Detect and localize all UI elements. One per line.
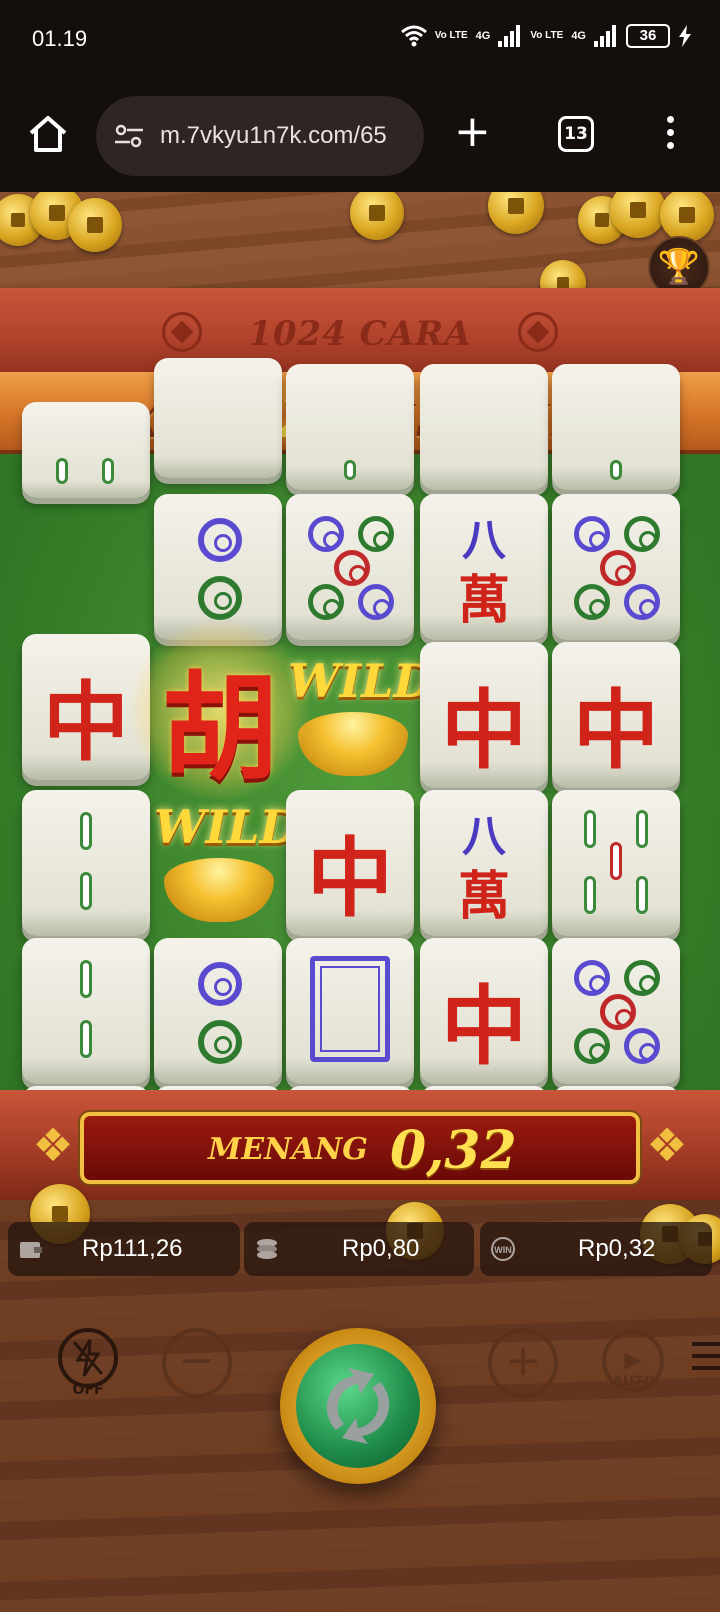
tile-eight-wan: 八 萬 (420, 494, 548, 640)
battery-icon: 36 (626, 24, 670, 48)
status-bar: 01.19 Vo LTE 4G Vo LTE 4G 36 (0, 0, 720, 80)
network-type-2: 4G (571, 30, 586, 42)
tile-char: 中 (441, 680, 527, 781)
tile-two-bamboo (22, 938, 150, 1084)
signal-icon-1 (498, 25, 522, 47)
status-time: 01.19 (32, 26, 88, 51)
auto-label: AUTO (612, 1374, 656, 1390)
balance-display: Rp111,26 (8, 1222, 240, 1276)
turbo-label: OFF (72, 1382, 104, 1398)
game-area: 🏆 1024 CARA x1 x2 x3 x5 八 (0, 192, 720, 1612)
svg-text:WIN: WIN (494, 1245, 512, 1255)
tile-red-dragon: 中 (420, 938, 548, 1084)
signal-icon-2 (594, 25, 618, 47)
tile-red-dragon: 中 (552, 642, 680, 788)
tile-char: 萬 (457, 866, 510, 927)
hamburger-menu-icon[interactable] (692, 1342, 720, 1370)
url-text: m.7vkyu1n7k.com/65 (160, 122, 387, 149)
browser-toolbar: m.7vkyu1n7k.com/65 + 13 (0, 80, 720, 192)
knot-ornament-icon: ❖ (32, 1118, 74, 1172)
wild-symbol: WILD (154, 800, 299, 922)
home-icon[interactable] (26, 112, 70, 156)
spin-button[interactable] (280, 1328, 436, 1484)
new-tab-button[interactable]: + (454, 110, 491, 154)
lightning-off-icon (72, 1339, 104, 1377)
tile-partial (420, 364, 548, 490)
tile-two-dots (154, 938, 282, 1084)
network-type-1: 4G (475, 30, 491, 42)
increase-bet-button[interactable]: + (488, 1328, 558, 1398)
volte-indicator-1: Vo LTE (434, 30, 468, 41)
coin-decoration (68, 198, 122, 252)
knot-ornament-icon: ❖ (646, 1118, 688, 1172)
charging-icon (679, 25, 691, 47)
ways-label: 1024 CARA (248, 314, 472, 354)
tile-white-dragon (286, 938, 414, 1084)
tile-red-dragon: 中 (286, 790, 414, 936)
win-amount: 0,32 (390, 1120, 517, 1181)
balance-value: Rp111,26 (82, 1235, 183, 1262)
win-badge-icon: WIN (491, 1237, 515, 1261)
tile-partial (22, 402, 150, 498)
address-bar[interactable]: m.7vkyu1n7k.com/65 (96, 96, 424, 176)
tile-two-dots (154, 494, 282, 640)
tile-partial (154, 358, 282, 478)
spin-arrows-icon (326, 1368, 390, 1444)
win-label: MENANG (208, 1132, 368, 1167)
tile-partial (552, 364, 680, 490)
site-settings-icon[interactable] (114, 124, 144, 148)
last-win-display: WIN Rp0,32 (480, 1222, 712, 1276)
wifi-icon (400, 25, 427, 47)
tile-partial (286, 364, 414, 490)
more-menu-button[interactable] (664, 116, 676, 156)
tile-char: 中 (307, 828, 393, 929)
tile-red-dragon: 中 (420, 642, 548, 788)
hu-win-symbol: 胡 (130, 620, 310, 800)
tile-five-bamboo (552, 790, 680, 936)
volte-indicator-2: Vo LTE (530, 30, 564, 41)
tile-five-dots (286, 494, 414, 640)
tab-switcher-button[interactable]: 13 (558, 116, 594, 152)
tile-five-dots (552, 494, 680, 640)
status-icons: Vo LTE 4G Vo LTE 4G 36 (400, 24, 692, 48)
tile-char: 中 (573, 680, 659, 781)
decrease-bet-button[interactable]: − (162, 1328, 232, 1398)
tile-char: 萬 (457, 570, 510, 631)
tile-eight-wan: 八 萬 (420, 790, 548, 936)
bet-value: Rp0,80 (342, 1235, 420, 1262)
tile-two-bamboo (22, 790, 150, 936)
tile-five-dots (552, 938, 680, 1084)
banner-ornament-icon (518, 312, 558, 352)
bet-display[interactable]: Rp0,80 (244, 1222, 474, 1276)
win-display: MENANG 0,32 (80, 1112, 640, 1184)
wallet-icon (20, 1242, 42, 1258)
tile-char: 中 (441, 976, 527, 1077)
coin-stack-icon (257, 1239, 277, 1259)
turbo-toggle[interactable] (58, 1328, 118, 1388)
last-win-value: Rp0,32 (578, 1235, 656, 1262)
